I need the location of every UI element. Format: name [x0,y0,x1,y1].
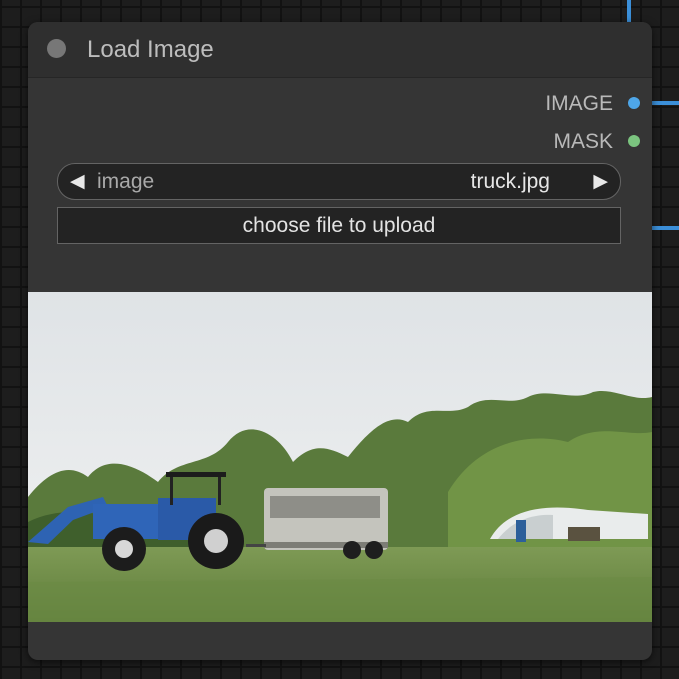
preview-scene [28,292,652,622]
node-title: Load Image [87,36,214,63]
image-output-dot-icon[interactable] [628,97,640,109]
load-image-node[interactable]: Load Image IMAGE MASK ◀ image truck.jpg … [28,22,652,660]
image-combo-value[interactable]: truck.jpg [471,170,550,194]
image-preview [28,292,652,622]
link-wire-lower [652,226,679,230]
horse-trailer [246,488,388,559]
image-combo-label: image [97,170,155,193]
link-wire-top [627,0,631,22]
mask-output-dot-icon[interactable] [628,135,640,147]
output-label-mask: MASK [553,130,613,153]
arrow-right-icon[interactable]: ▶ [593,170,608,193]
choose-file-button[interactable]: choose file to upload [57,207,621,244]
field-texture [28,577,652,622]
node-title-bar[interactable]: Load Image [28,22,652,78]
arrow-left-icon[interactable]: ◀ [70,170,85,193]
link-wire-image [652,101,679,105]
image-combo-widget[interactable]: ◀ image truck.jpg ▶ [57,163,621,200]
status-dot-icon[interactable] [47,39,66,58]
output-label-image: IMAGE [545,92,613,115]
